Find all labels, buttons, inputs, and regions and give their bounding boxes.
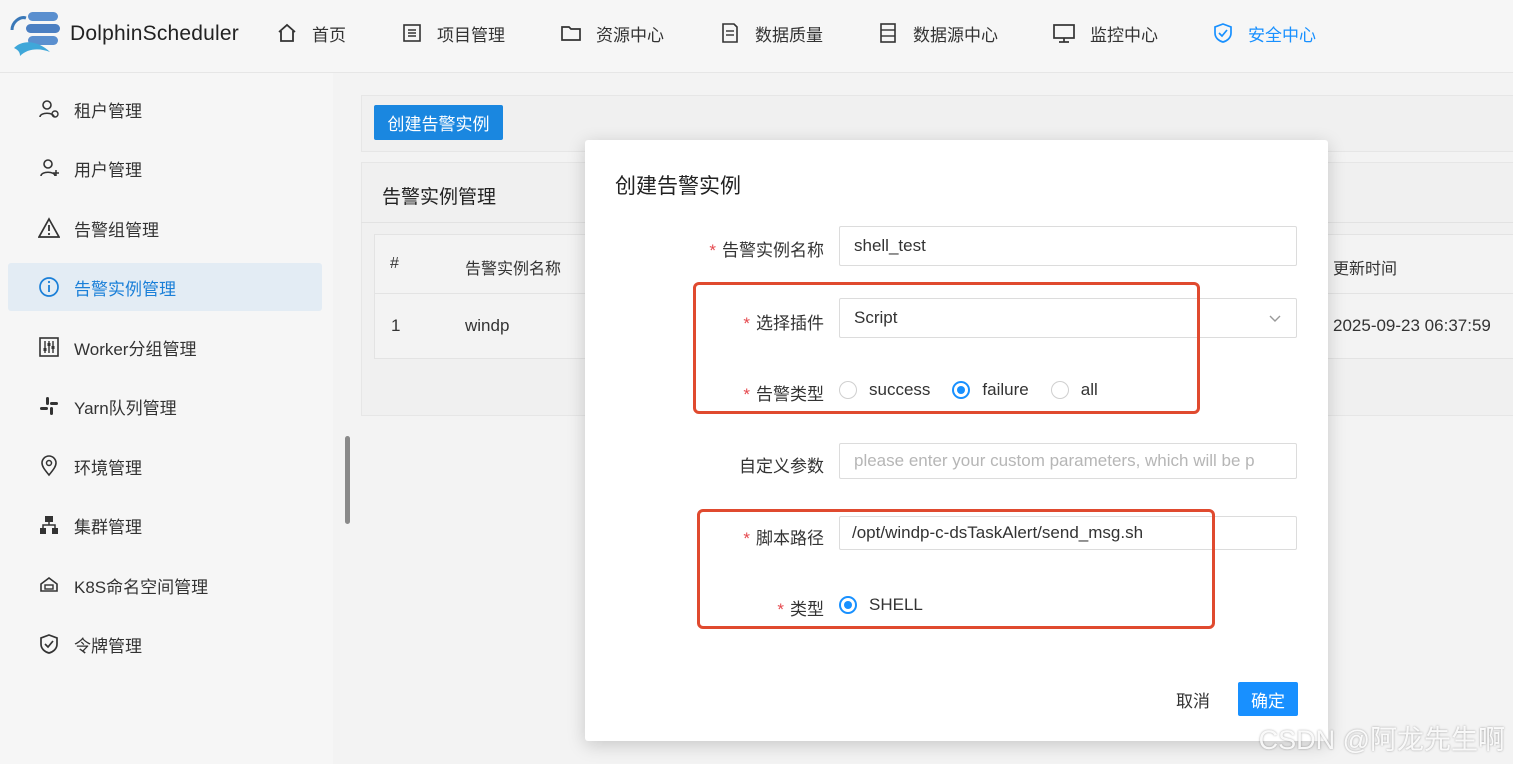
confirm-button[interactable]: 确定 — [1238, 682, 1298, 716]
modal-title: 创建告警实例 — [615, 175, 741, 198]
instance-name-input[interactable]: shell_test — [839, 226, 1297, 266]
custom-params-input[interactable] — [839, 443, 1297, 479]
cancel-button[interactable]: 取消 — [1162, 682, 1224, 716]
watermark: CSDN @阿龙先生啊 — [1258, 725, 1505, 755]
annotation-highlight-box — [697, 509, 1215, 629]
custom-params-label: 自定义参数 — [739, 457, 824, 476]
chevron-down-icon — [1269, 315, 1281, 322]
instance-name-label: * 告警实例名称 — [709, 241, 824, 260]
annotation-highlight-box — [693, 282, 1200, 414]
required-mark: * — [709, 241, 716, 260]
